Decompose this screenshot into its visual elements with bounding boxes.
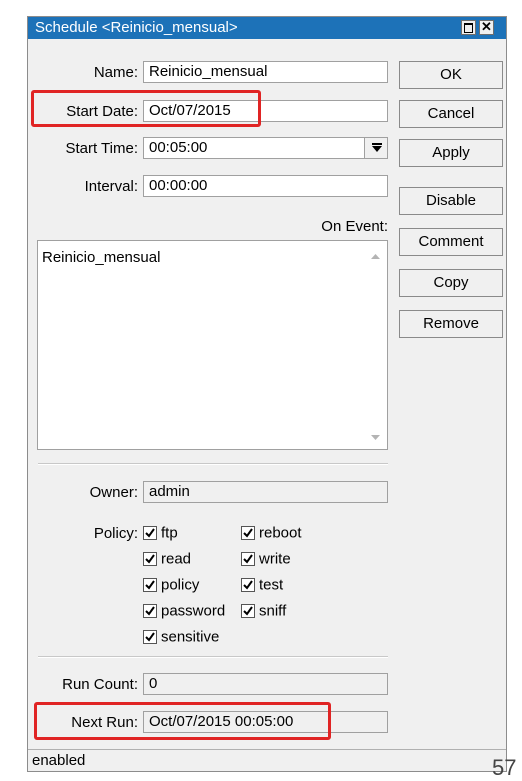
dropdown-arrow-icon bbox=[372, 143, 382, 152]
policy-ftp-checkbox[interactable]: ftp bbox=[143, 524, 178, 542]
owner-label: Owner: bbox=[89, 484, 138, 501]
next-run-highlight bbox=[34, 702, 331, 740]
checkmark-icon bbox=[145, 528, 155, 538]
maximize-icon[interactable] bbox=[461, 20, 476, 35]
ok-button[interactable]: OK bbox=[399, 61, 503, 89]
checkmark-icon bbox=[145, 580, 155, 590]
policy-read-checkbox[interactable]: read bbox=[143, 550, 191, 568]
checkmark-icon bbox=[243, 580, 253, 590]
owner-field: admin bbox=[143, 481, 388, 503]
cancel-button[interactable]: Cancel bbox=[399, 100, 503, 128]
policy-write-checkbox[interactable]: write bbox=[241, 550, 291, 568]
policy-test-checkbox[interactable]: test bbox=[241, 576, 283, 594]
status-text: enabled bbox=[32, 752, 86, 769]
scroll-up-icon[interactable] bbox=[371, 254, 380, 259]
window-title: Schedule <Reinicio_mensual> bbox=[35, 19, 238, 36]
policy-sniff-checkbox[interactable]: sniff bbox=[241, 602, 286, 620]
run-count-field: 0 bbox=[143, 673, 388, 695]
policy-label: Policy: bbox=[93, 525, 138, 542]
scroll-down-icon[interactable] bbox=[371, 435, 380, 440]
name-field[interactable]: Reinicio_mensual bbox=[143, 61, 388, 83]
checkmark-icon bbox=[145, 606, 155, 616]
checkmark-icon bbox=[243, 528, 253, 538]
on-event-textarea[interactable]: Reinicio_mensual bbox=[37, 240, 388, 450]
start-time-label: Start Time: bbox=[65, 140, 138, 157]
status-bar: enabled bbox=[28, 749, 506, 771]
interval-label: Interval: bbox=[84, 178, 138, 195]
remove-button[interactable]: Remove bbox=[399, 310, 503, 338]
checkmark-icon bbox=[243, 554, 253, 564]
on-event-text: Reinicio_mensual bbox=[42, 249, 161, 266]
policy-password-checkbox[interactable]: password bbox=[143, 602, 225, 620]
separator bbox=[38, 463, 388, 465]
apply-button[interactable]: Apply bbox=[399, 139, 503, 167]
checkmark-icon bbox=[145, 554, 155, 564]
checkmark-icon bbox=[145, 632, 155, 642]
close-icon[interactable]: ✕ bbox=[479, 20, 494, 35]
run-count-label: Run Count: bbox=[62, 676, 138, 693]
title-bar[interactable]: Schedule <Reinicio_mensual> ✕ bbox=[28, 17, 506, 39]
schedule-window: Schedule <Reinicio_mensual> ✕ Name: Rein… bbox=[27, 16, 507, 772]
policy-policy-checkbox[interactable]: policy bbox=[143, 576, 199, 594]
comment-button[interactable]: Comment bbox=[399, 228, 503, 256]
checkmark-icon bbox=[243, 606, 253, 616]
start-time-dropdown[interactable] bbox=[364, 137, 388, 159]
name-label: Name: bbox=[93, 64, 138, 81]
page-number: 57 bbox=[492, 755, 517, 780]
separator bbox=[38, 656, 388, 658]
disable-button[interactable]: Disable bbox=[399, 187, 503, 215]
start-time-field[interactable]: 00:05:00 bbox=[143, 137, 365, 159]
start-date-highlight bbox=[31, 90, 261, 127]
on-event-label: On Event: bbox=[321, 218, 388, 235]
policy-reboot-checkbox[interactable]: reboot bbox=[241, 524, 302, 542]
interval-field[interactable]: 00:00:00 bbox=[143, 175, 388, 197]
copy-button[interactable]: Copy bbox=[399, 269, 503, 297]
policy-sensitive-checkbox[interactable]: sensitive bbox=[143, 628, 219, 646]
